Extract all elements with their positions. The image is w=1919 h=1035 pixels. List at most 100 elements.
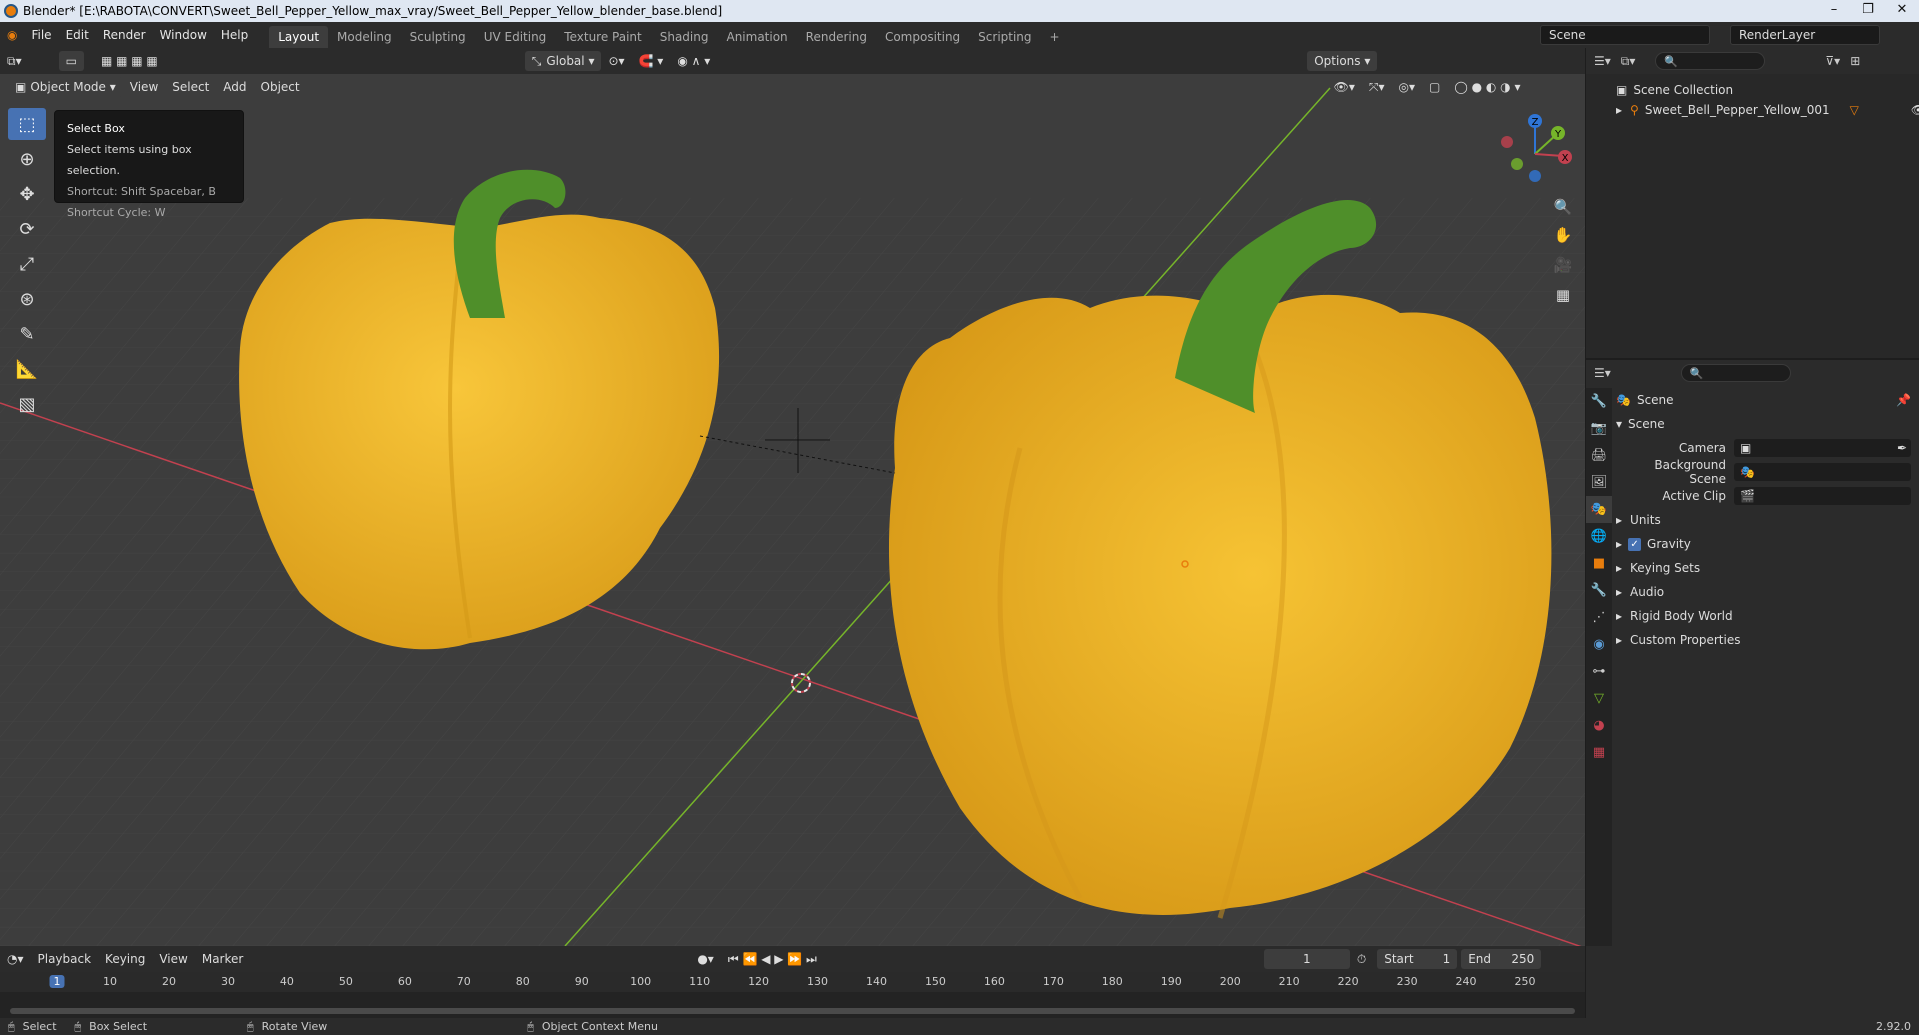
snap-icon[interactable]: 🧲 ▾ xyxy=(632,54,671,68)
outliner-item[interactable]: ▸ ⚲ Sweet_Bell_Pepper_Yellow_001 ▽ 👁 xyxy=(1586,100,1919,120)
transform-orientation-dropdown[interactable]: ⤡ Global ▾ xyxy=(524,51,602,71)
outliner-editor-icon[interactable]: ☰▾ xyxy=(1594,54,1611,68)
record-icon[interactable]: ●▾ xyxy=(690,952,721,966)
proportional-edit-icon[interactable]: ◉ ∧ ▾ xyxy=(670,54,717,68)
start-frame-field[interactable]: Start 1 xyxy=(1377,949,1458,969)
ortho-grid-icon[interactable]: ▦ xyxy=(1550,282,1576,308)
scale-tool-icon[interactable]: ⤢ xyxy=(8,248,46,280)
measure-tool-icon[interactable]: 📐 xyxy=(8,353,46,385)
tab-rendering[interactable]: Rendering xyxy=(797,26,876,48)
gravity-checkbox[interactable]: ✓ xyxy=(1628,537,1642,551)
timeline-menu-keying[interactable]: Keying xyxy=(98,952,152,966)
end-frame-field[interactable]: End 250 xyxy=(1461,949,1542,969)
expand-arrow-icon[interactable]: ▸ xyxy=(1616,103,1622,117)
camera-field[interactable]: ▣ ✒ xyxy=(1734,439,1911,457)
physics-tab-icon[interactable]: ◉ xyxy=(1586,631,1612,658)
tab-sculpting[interactable]: Sculpting xyxy=(401,26,475,48)
tab-scripting[interactable]: Scripting xyxy=(969,26,1040,48)
scene-panel-header[interactable]: ▾ Scene xyxy=(1616,412,1919,436)
current-frame-field[interactable]: 1 xyxy=(1263,949,1350,969)
playback-controls-icon[interactable]: ⏮ ⏪ ◀ ▶ ⏩ ⏭ xyxy=(721,952,824,967)
tab-animation[interactable]: Animation xyxy=(717,26,796,48)
overlay-toggle-icon[interactable]: ◎▾ xyxy=(1392,80,1423,94)
eyedropper-icon[interactable]: ✒ xyxy=(1897,441,1907,455)
options-dropdown[interactable]: Options ▾ xyxy=(1307,51,1378,71)
scene-collection-row[interactable]: ▣ Scene Collection xyxy=(1586,80,1919,100)
scene-selector[interactable]: Scene xyxy=(1540,25,1710,45)
add-workspace-button[interactable]: + xyxy=(1041,26,1069,48)
add-cube-tool-icon[interactable]: ▧ xyxy=(8,388,46,420)
viewport-menu-view[interactable]: View xyxy=(123,80,165,94)
timeline-menu-view[interactable]: View xyxy=(152,952,194,966)
object-tab-icon[interactable]: ■ xyxy=(1586,550,1612,577)
section-rigid-body-world[interactable]: ▸ Rigid Body World xyxy=(1616,604,1919,628)
new-collection-icon[interactable]: ⊞ xyxy=(1850,54,1860,68)
texture-tab-icon[interactable]: ▦ xyxy=(1586,739,1612,766)
section-custom-properties[interactable]: ▸ Custom Properties xyxy=(1616,628,1919,652)
material-tab-icon[interactable]: ◕ xyxy=(1586,712,1612,739)
timeline-menu-marker[interactable]: Marker xyxy=(195,952,250,966)
minimize-button[interactable]: – xyxy=(1817,0,1851,22)
xray-icon[interactable]: ▢ xyxy=(1422,80,1447,94)
selection-modes-icon[interactable]: ▦ ▦ ▦ ▦ xyxy=(94,54,165,68)
menu-file[interactable]: File xyxy=(24,28,58,42)
cursor-tool-icon[interactable]: ⊕ xyxy=(8,143,46,175)
render-layer-selector[interactable]: RenderLayer xyxy=(1730,25,1880,45)
stopwatch-icon[interactable]: ⏱ xyxy=(1350,952,1373,967)
annotate-tool-icon[interactable]: ✎ xyxy=(8,318,46,350)
current-frame-marker[interactable]: 1 xyxy=(49,975,65,988)
viewport-menu-add[interactable]: Add xyxy=(216,80,253,94)
tab-compositing[interactable]: Compositing xyxy=(876,26,969,48)
section-units[interactable]: ▸ Units xyxy=(1616,508,1919,532)
editor-type-icon[interactable]: ⧉▾ xyxy=(0,54,29,69)
outliner-search-input[interactable]: 🔍 xyxy=(1655,52,1766,70)
tab-shading[interactable]: Shading xyxy=(651,26,718,48)
active-clip-field[interactable]: 🎬 xyxy=(1734,487,1911,505)
tab-modeling[interactable]: Modeling xyxy=(328,26,401,48)
zoom-icon[interactable]: 🔍 xyxy=(1550,194,1576,220)
object-mode-dropdown[interactable]: ▣ Object Mode ▾ xyxy=(8,77,123,97)
navigation-gizmo[interactable]: Z Y X xyxy=(1495,112,1575,192)
pan-hand-icon[interactable]: ✋ xyxy=(1550,222,1576,248)
menu-window[interactable]: Window xyxy=(153,28,214,42)
tool-tab-icon[interactable]: 🔧 xyxy=(1586,388,1612,415)
timeline-editor-icon[interactable]: ◔▾ xyxy=(0,952,31,966)
pivot-icon[interactable]: ⊙▾ xyxy=(601,54,631,68)
render-tab-icon[interactable]: 📷 xyxy=(1586,415,1612,442)
viewport-menu-object[interactable]: Object xyxy=(254,80,307,94)
properties-editor-icon[interactable]: ☰▾ xyxy=(1594,366,1611,380)
modifier-tab-icon[interactable]: 🔧 xyxy=(1586,577,1612,604)
filter-icon[interactable]: ⊽▾ xyxy=(1825,54,1840,68)
blender-menu-icon[interactable]: ◉ xyxy=(0,28,24,42)
timeline-scrollbar[interactable] xyxy=(10,1008,1575,1014)
world-tab-icon[interactable]: 🌐 xyxy=(1586,523,1612,550)
rotate-tool-icon[interactable]: ⟳ xyxy=(8,213,46,245)
constraints-tab-icon[interactable]: ⊶ xyxy=(1586,658,1612,685)
background-scene-field[interactable]: 🎭 xyxy=(1734,463,1911,481)
scene-tab-icon[interactable]: 🎭 xyxy=(1586,496,1612,523)
tab-uv-editing[interactable]: UV Editing xyxy=(475,26,556,48)
maximize-button[interactable]: ❐ xyxy=(1851,0,1885,22)
camera-view-icon[interactable]: 🎥 xyxy=(1550,252,1576,278)
shading-modes-icon[interactable]: ◯ ● ◐ ◑ ▾ xyxy=(1447,80,1527,94)
select-mode-icon[interactable]: ▭ xyxy=(58,51,84,71)
output-tab-icon[interactable]: 🖨 xyxy=(1586,442,1612,469)
particles-tab-icon[interactable]: ⋰ xyxy=(1586,604,1612,631)
section-gravity[interactable]: ▸ ✓ Gravity xyxy=(1616,532,1919,556)
data-tab-icon[interactable]: ▽ xyxy=(1586,685,1612,712)
menu-edit[interactable]: Edit xyxy=(59,28,96,42)
select-box-tool-icon[interactable]: ⬚ xyxy=(8,108,46,140)
view-layer-tab-icon[interactable]: 🖼 xyxy=(1586,469,1612,496)
visibility-icon[interactable]: 👁▾ xyxy=(1327,80,1362,94)
tab-texture-paint[interactable]: Texture Paint xyxy=(555,26,650,48)
viewport-menu-select[interactable]: Select xyxy=(165,80,216,94)
pin-icon[interactable]: 📌 xyxy=(1896,393,1911,407)
transform-tool-icon[interactable]: ⊛ xyxy=(8,283,46,315)
tab-layout[interactable]: Layout xyxy=(269,26,329,48)
section-keying-sets[interactable]: ▸ Keying Sets xyxy=(1616,556,1919,580)
close-button[interactable]: ✕ xyxy=(1885,0,1919,22)
display-mode-icon[interactable]: ⧉▾ xyxy=(1621,54,1636,69)
menu-render[interactable]: Render xyxy=(96,28,153,42)
section-audio[interactable]: ▸ Audio xyxy=(1616,580,1919,604)
frame-ruler[interactable]: 1 10 20 30 40 50 60 70 80 90 100 110 120 130 140 150 160… xyxy=(0,972,1585,992)
